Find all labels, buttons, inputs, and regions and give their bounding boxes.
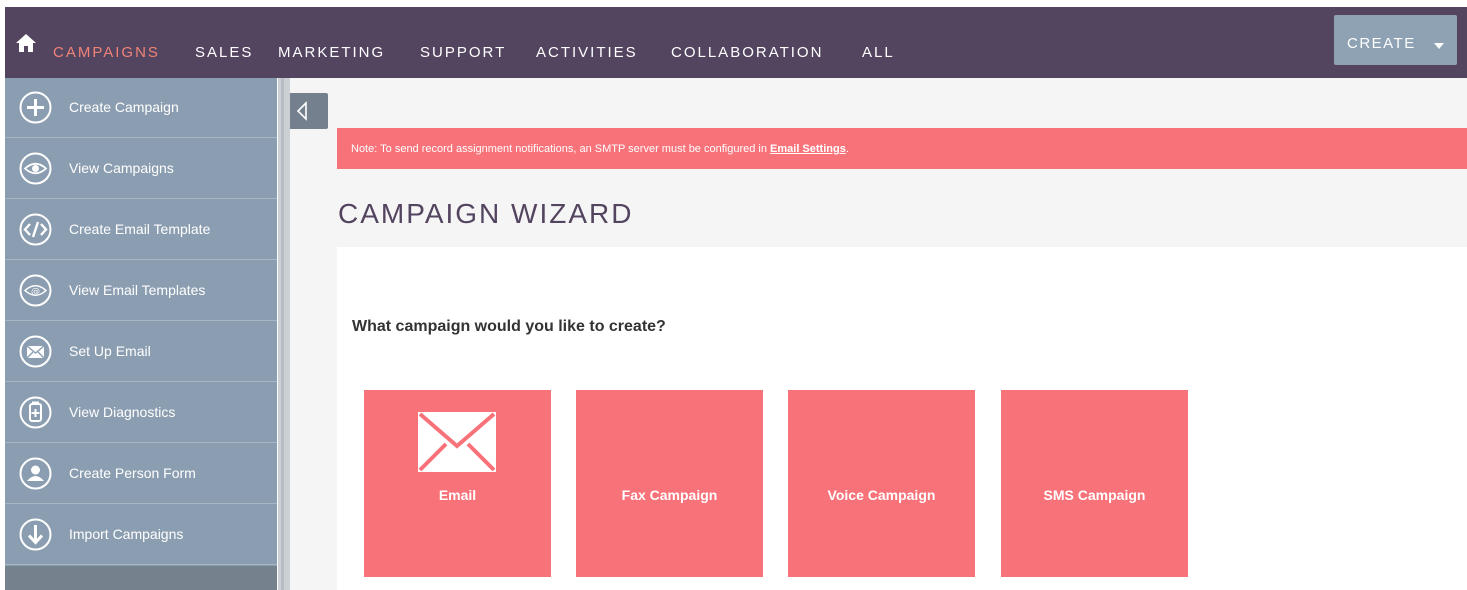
- nav-collaboration[interactable]: COLLABORATION: [671, 43, 823, 63]
- sidebar-item-import-campaigns[interactable]: Import Campaigns: [5, 505, 277, 565]
- alert-message: Note: To send record assignment notifica…: [351, 143, 771, 155]
- sidebar-item-view-campaigns[interactable]: View Campaigns: [5, 139, 277, 199]
- smtp-alert-banner: Note: To send record assignment notifica…: [337, 128, 1467, 169]
- nav-all[interactable]: ALL: [862, 43, 895, 63]
- chevron-down-icon: [1434, 43, 1444, 49]
- sidebar-item-label: Create Person Form: [69, 465, 196, 481]
- nav-campaigns[interactable]: CAMPAIGNS: [53, 43, 160, 63]
- person-icon: [19, 457, 52, 490]
- fax-campaign-tile[interactable]: Fax Campaign: [576, 390, 763, 577]
- sidebar-item-label: View Email Templates: [69, 282, 206, 298]
- campaign-wizard-panel: What campaign would you like to create? …: [337, 247, 1467, 590]
- sidebar-item-label: Set Up Email: [69, 343, 151, 359]
- sidebar-resize-handle[interactable]: [278, 78, 290, 590]
- top-navigation-bar: CAMPAIGNS SALES MARKETING SUPPORT ACTIVI…: [5, 7, 1467, 78]
- sidebar: Create Campaign View Campaigns Create Em…: [5, 78, 277, 590]
- email-campaign-tile[interactable]: Email: [364, 390, 551, 577]
- download-arrow-icon: [19, 518, 52, 551]
- sidebar-item-label: Create Campaign: [69, 99, 179, 115]
- sidebar-item-view-diagnostics[interactable]: View Diagnostics: [5, 383, 277, 443]
- sms-campaign-tile[interactable]: SMS Campaign: [1001, 390, 1188, 577]
- sidebar-item-create-email-template[interactable]: Create Email Template: [5, 200, 277, 260]
- envelope-icon: [19, 335, 52, 368]
- sidebar-item-create-person-form[interactable]: Create Person Form: [5, 444, 277, 504]
- sidebar-item-view-email-templates[interactable]: @ View Email Templates: [5, 261, 277, 321]
- tile-label: Fax Campaign: [621, 487, 718, 503]
- sidebar-item-label: View Diagnostics: [69, 404, 176, 420]
- main-content: Note: To send record assignment notifica…: [290, 78, 1467, 590]
- code-icon: [19, 213, 52, 246]
- diagnostics-icon: [19, 396, 52, 429]
- sidebar-item-label: Import Campaigns: [69, 526, 184, 542]
- tile-label: Voice Campaign: [827, 487, 936, 503]
- alert-text: Note: To send record assignment notifica…: [351, 142, 849, 156]
- create-button-label: CREATE: [1347, 35, 1416, 52]
- voice-campaign-tile[interactable]: Voice Campaign: [788, 390, 975, 577]
- sidebar-item-label: View Campaigns: [69, 160, 174, 176]
- tile-label: SMS Campaign: [1043, 487, 1146, 503]
- sidebar-item-create-campaign[interactable]: Create Campaign: [5, 78, 277, 138]
- campaign-type-question: What campaign would you like to create?: [352, 318, 666, 335]
- plus-circle-icon: [19, 91, 52, 124]
- sidebar-footer: [5, 566, 277, 590]
- sidebar-item-set-up-email[interactable]: Set Up Email: [5, 322, 277, 382]
- tile-label: Email: [438, 487, 477, 503]
- nav-sales[interactable]: SALES: [195, 43, 253, 63]
- nav-support[interactable]: SUPPORT: [420, 43, 506, 63]
- svg-text:@: @: [31, 287, 40, 297]
- collapse-sidebar-button[interactable]: [290, 93, 328, 129]
- alert-suffix: .: [845, 143, 849, 155]
- email-view-icon: @: [19, 274, 52, 307]
- nav-activities[interactable]: ACTIVITIES: [536, 43, 638, 63]
- page-title: CAMPAIGN WIZARD: [338, 198, 634, 229]
- nav-marketing[interactable]: MARKETING: [278, 43, 385, 63]
- eye-icon: [19, 152, 52, 185]
- envelope-icon: [418, 412, 496, 472]
- chevron-left-icon: [296, 101, 307, 121]
- home-icon[interactable]: [15, 33, 37, 53]
- sidebar-item-label: Create Email Template: [69, 221, 211, 237]
- create-button[interactable]: CREATE: [1334, 15, 1457, 65]
- email-settings-link[interactable]: Email Settings: [770, 143, 846, 155]
